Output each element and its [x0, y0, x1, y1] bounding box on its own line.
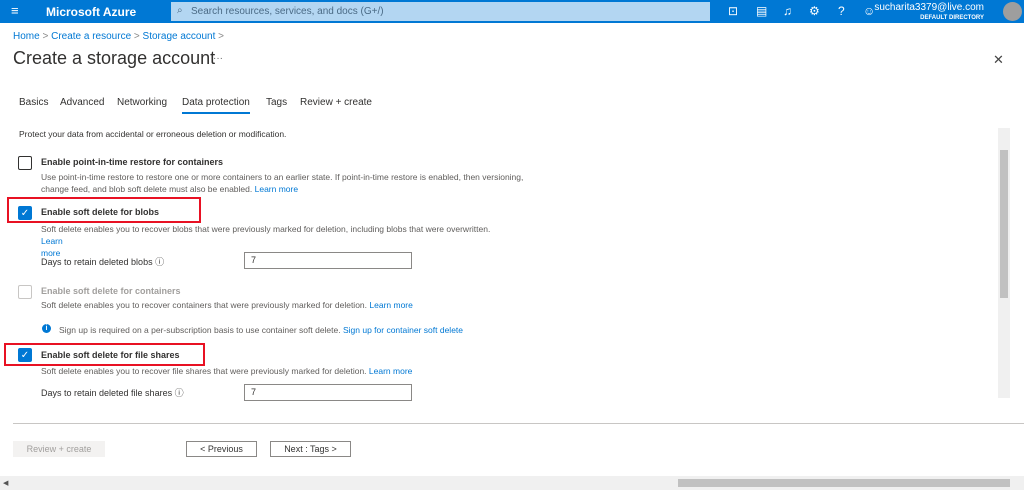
tab-basics[interactable]: Basics — [19, 97, 48, 108]
breadcrumb-home[interactable]: Home — [13, 31, 40, 42]
tab-data-protection[interactable]: Data protection — [182, 97, 250, 114]
user-account[interactable]: sucharita3379@live.com DEFAULT DIRECTORY — [874, 2, 984, 24]
breadcrumb-create-resource[interactable]: Create a resource — [51, 31, 131, 42]
scroll-left-arrow-icon[interactable]: ◀ — [3, 479, 8, 487]
search-icon: ⌕ — [177, 5, 183, 16]
review-create-button: Review + create — [13, 441, 105, 457]
blob-learn-more-link[interactable]: Learn — [41, 236, 63, 246]
blob-soft-delete-checkbox[interactable]: ✓ — [18, 206, 32, 220]
container-learn-more-link[interactable]: Learn more — [369, 300, 412, 310]
next-tags-button[interactable]: Next : Tags > — [270, 441, 351, 457]
container-soft-delete-description: Soft delete enables you to recover conta… — [41, 300, 413, 310]
file-share-learn-more-link[interactable]: Learn more — [369, 366, 412, 376]
container-soft-delete-label: Enable soft delete for containers — [41, 286, 181, 296]
search-input[interactable]: ⌕ Search resources, services, and docs (G… — [171, 2, 710, 21]
close-icon[interactable]: ✕ — [993, 52, 1004, 68]
file-share-days-label: Days to retain deleted file shares ⓘ — [41, 388, 184, 398]
pitr-label: Enable point-in-time restore for contain… — [41, 157, 224, 167]
info-icon[interactable]: ⓘ — [175, 388, 184, 398]
horizontal-scroll-thumb[interactable] — [678, 479, 1010, 487]
avatar[interactable] — [1003, 2, 1022, 21]
pitr-checkbox[interactable] — [18, 156, 32, 170]
tab-review-create[interactable]: Review + create — [300, 97, 372, 108]
horizontal-scrollbar[interactable]: ◀ — [0, 476, 1024, 490]
vertical-scrollbar[interactable] — [998, 128, 1010, 398]
blob-days-label: Days to retain deleted blobs ⓘ — [41, 257, 165, 267]
blob-days-input[interactable]: 7 — [244, 252, 412, 269]
file-share-soft-delete-label: Enable soft delete for file shares — [41, 350, 180, 360]
info-icon: i — [42, 324, 51, 333]
search-placeholder: Search resources, services, and docs (G+… — [191, 6, 384, 17]
pitr-learn-more-link[interactable]: Learn more — [255, 184, 298, 194]
signup-container-soft-delete-link[interactable]: Sign up for container soft delete — [343, 325, 463, 335]
user-directory: DEFAULT DIRECTORY — [920, 15, 984, 21]
container-signup-info: Sign up is required on a per-subscriptio… — [59, 325, 464, 335]
info-icon[interactable]: ⓘ — [155, 257, 164, 267]
blob-soft-delete-label: Enable soft delete for blobs — [41, 207, 160, 217]
top-bar: ≡ Microsoft Azure ⌕ Search resources, ser… — [0, 0, 1024, 23]
tab-tags[interactable]: Tags — [266, 97, 287, 108]
user-email: sucharita3379@live.com — [874, 2, 984, 13]
divider — [13, 423, 1024, 424]
vertical-scroll-thumb[interactable] — [1000, 150, 1008, 298]
file-share-soft-delete-checkbox[interactable]: ✓ — [18, 348, 32, 362]
hamburger-menu-icon[interactable]: ≡ — [11, 3, 19, 18]
cloud-shell-icon[interactable]: ⊡ — [728, 4, 738, 18]
more-options-icon[interactable]: ··· — [213, 53, 223, 64]
settings-gear-icon[interactable]: ⚙ — [809, 4, 820, 18]
previous-button[interactable]: < Previous — [186, 441, 257, 457]
tab-networking[interactable]: Networking — [117, 97, 167, 108]
file-share-soft-delete-description: Soft delete enables you to recover file … — [41, 366, 413, 376]
brand-logo[interactable]: Microsoft Azure — [46, 5, 136, 19]
notifications-bell-icon[interactable]: ♫ — [783, 4, 792, 18]
directory-filter-icon[interactable]: ▤ — [756, 4, 767, 18]
breadcrumb: Home > Create a resource > Storage accou… — [13, 31, 224, 42]
pitr-description: Use point-in-time restore to restore one… — [41, 172, 524, 194]
file-share-days-input[interactable]: 7 — [244, 384, 412, 401]
breadcrumb-storage-account[interactable]: Storage account — [143, 31, 216, 42]
intro-text: Protect your data from accidental or err… — [19, 129, 287, 139]
page-title: Create a storage account — [13, 48, 216, 68]
tab-advanced[interactable]: Advanced — [60, 97, 104, 108]
help-icon[interactable]: ? — [838, 4, 845, 18]
container-soft-delete-checkbox — [18, 285, 32, 299]
